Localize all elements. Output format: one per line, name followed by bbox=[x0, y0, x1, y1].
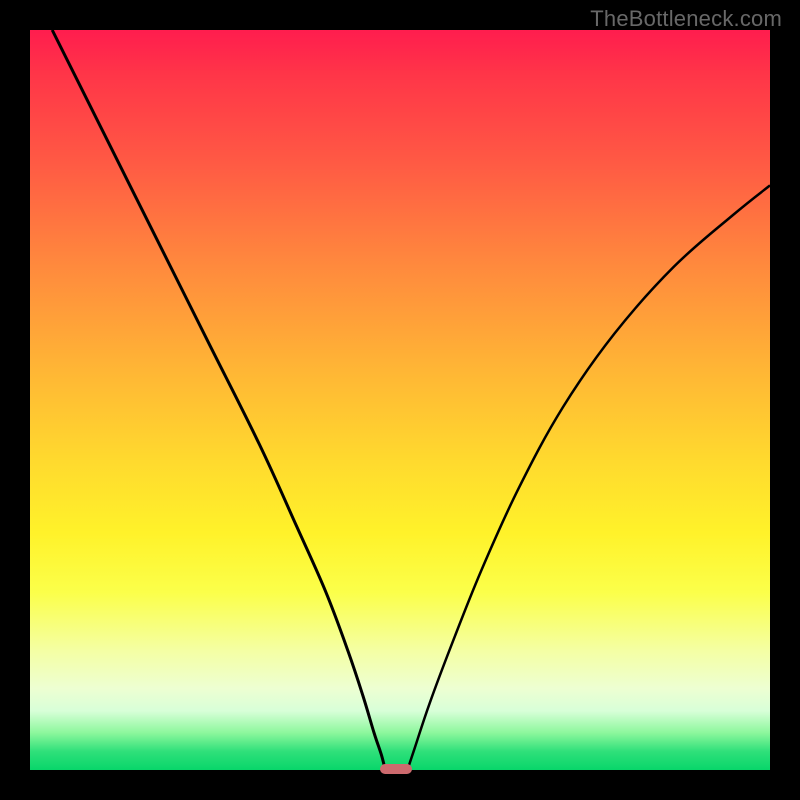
chart-plot-area bbox=[30, 30, 770, 770]
minimum-marker bbox=[380, 764, 412, 774]
chart-curves bbox=[30, 30, 770, 770]
chart-frame: TheBottleneck.com bbox=[0, 0, 800, 800]
curve-left bbox=[52, 30, 385, 770]
curve-right bbox=[407, 185, 770, 770]
watermark-text: TheBottleneck.com bbox=[590, 6, 782, 32]
